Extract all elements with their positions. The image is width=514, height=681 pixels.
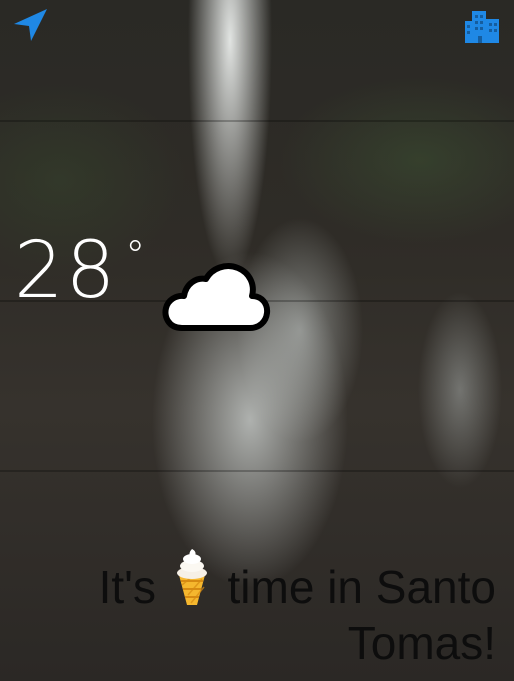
background-detail <box>0 120 514 122</box>
temperature-value: 28 <box>14 226 118 316</box>
temperature-display: 28 ° <box>14 232 147 310</box>
weather-message: It's time in Santo Tomas! <box>26 545 496 671</box>
background-detail <box>0 470 514 472</box>
cloud-icon <box>162 263 271 331</box>
message-suffix: time in Santo Tomas! <box>227 561 496 669</box>
degree-symbol: ° <box>125 233 148 279</box>
weather-screen: 28 ° It's time in Santo Tomas! <box>0 0 514 681</box>
location-button[interactable] <box>10 6 50 46</box>
message-prefix: It's <box>98 561 156 613</box>
soft-serve-ice-cream-icon <box>176 549 207 605</box>
city-button[interactable] <box>462 6 502 46</box>
navigation-arrow-icon <box>14 9 47 41</box>
city-buildings-icon <box>465 11 499 43</box>
